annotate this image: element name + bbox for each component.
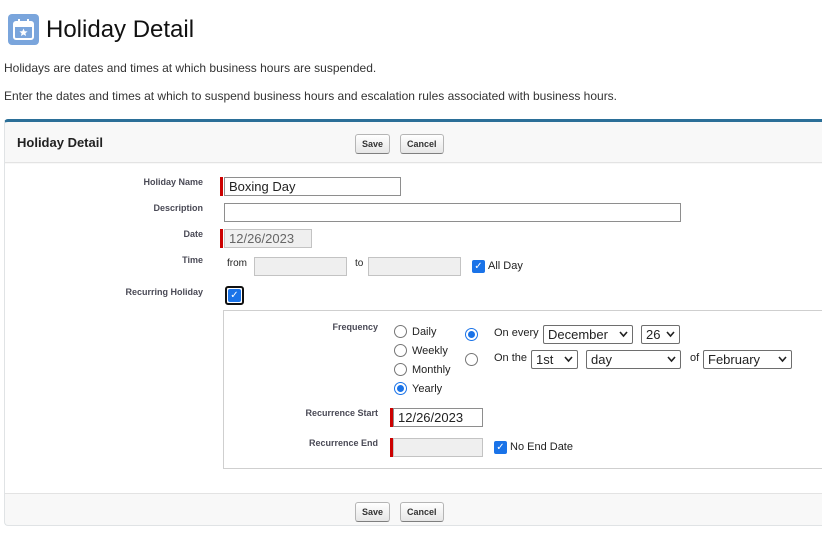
- on-every-month-select[interactable]: December: [543, 325, 633, 344]
- on-the-ordinal-value: 1st: [536, 352, 554, 367]
- on-the-weekday-value: day: [591, 352, 612, 367]
- from-label: from: [227, 258, 247, 269]
- all-day-checkbox[interactable]: ✓: [472, 260, 485, 273]
- panel-header: Holiday Detail Save Cancel: [5, 122, 822, 163]
- recurrence-end-input: [393, 438, 483, 457]
- recurrence-end-label: Recurrence End: [308, 438, 378, 448]
- required-indicator: [220, 229, 223, 248]
- all-day-label: All Day: [488, 260, 523, 272]
- to-label: to: [355, 258, 364, 269]
- description-input[interactable]: [224, 203, 681, 222]
- calendar-star-icon: [8, 14, 39, 45]
- on-every-radio[interactable]: [465, 328, 478, 341]
- frequency-weekly-radio[interactable]: [394, 344, 407, 357]
- chevron-down-icon: [619, 331, 628, 338]
- on-every-day-value: 26: [646, 327, 661, 342]
- on-the-month-value: February: [708, 352, 761, 367]
- of-label: of: [690, 352, 700, 364]
- date-input: 12/26/2023: [224, 229, 312, 248]
- on-the-ordinal-select[interactable]: 1st: [531, 350, 578, 369]
- chevron-down-icon: [564, 356, 573, 363]
- description-label: Description: [153, 203, 203, 213]
- recurrence-section: Frequency Daily Weekly Monthly Yearly On…: [223, 310, 822, 469]
- frequency-monthly-radio[interactable]: [394, 363, 407, 376]
- chevron-down-icon: [666, 331, 675, 338]
- on-the-radio[interactable]: [465, 353, 478, 366]
- frequency-daily-radio[interactable]: [394, 325, 407, 338]
- no-end-date-label: No End Date: [510, 441, 573, 453]
- frequency-yearly-label: Yearly: [412, 383, 443, 395]
- time-label: Time: [182, 255, 203, 265]
- on-every-month-value: December: [548, 327, 608, 342]
- on-every-day-select[interactable]: 26: [641, 325, 680, 344]
- frequency-label: Frequency: [332, 322, 378, 332]
- page-instructions: Enter the dates and times at which to su…: [4, 89, 618, 103]
- page-description: Holidays are dates and times at which bu…: [4, 61, 377, 75]
- frequency-weekly-label: Weekly: [412, 345, 448, 357]
- on-the-weekday-select[interactable]: day: [586, 350, 681, 369]
- required-indicator: [220, 177, 223, 196]
- on-the-month-select[interactable]: February: [703, 350, 792, 369]
- chevron-down-icon: [667, 356, 676, 363]
- on-every-label: On every: [494, 327, 539, 339]
- date-label: Date: [183, 229, 203, 239]
- holiday-name-input[interactable]: Boxing Day: [224, 177, 401, 196]
- time-from-input: [254, 257, 347, 276]
- panel-title: Holiday Detail: [17, 135, 103, 150]
- recurrence-start-input[interactable]: 12/26/2023: [393, 408, 483, 427]
- frequency-monthly-label: Monthly: [412, 364, 451, 376]
- no-end-date-checkbox[interactable]: ✓: [494, 441, 507, 454]
- page-title: Holiday Detail: [46, 16, 195, 43]
- check-icon: ✓: [228, 289, 241, 302]
- frequency-daily-label: Daily: [412, 326, 437, 338]
- cancel-button-top[interactable]: Cancel: [400, 134, 444, 154]
- recurring-holiday-checkbox[interactable]: ✓: [225, 286, 244, 305]
- cancel-button-bottom[interactable]: Cancel: [400, 502, 444, 522]
- save-button-bottom[interactable]: Save: [355, 502, 391, 522]
- save-button-top[interactable]: Save: [355, 134, 391, 154]
- on-the-label: On the: [494, 352, 528, 364]
- recurrence-start-label: Recurrence Start: [305, 408, 378, 418]
- recurring-holiday-label: Recurring Holiday: [125, 287, 203, 297]
- chevron-down-icon: [778, 356, 787, 363]
- time-to-input: [368, 257, 461, 276]
- frequency-yearly-radio[interactable]: [394, 382, 407, 395]
- holiday-name-label: Holiday Name: [143, 177, 203, 187]
